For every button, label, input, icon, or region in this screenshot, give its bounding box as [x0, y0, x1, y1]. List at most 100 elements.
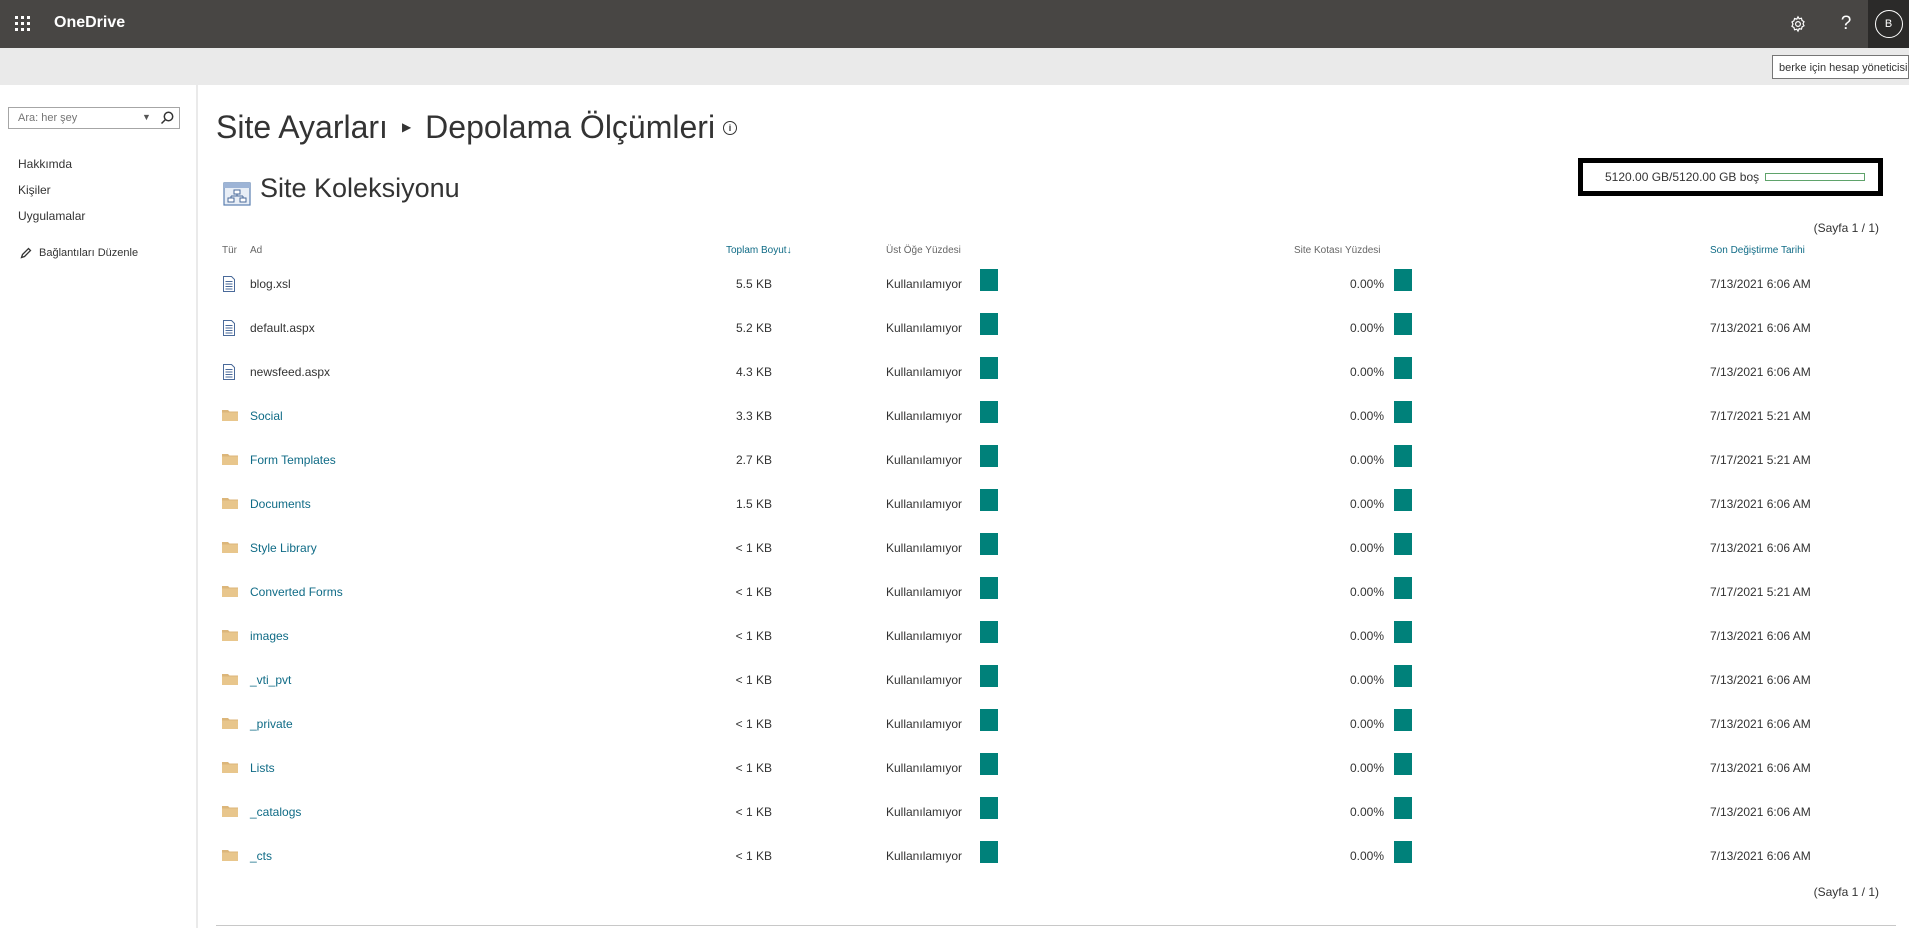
- item-parent-percent: Kullanılamıyor: [886, 673, 963, 687]
- breadcrumb-separator-icon: ▶: [401, 119, 412, 134]
- item-modified: 7/17/2021 5:21 AM: [1710, 409, 1811, 423]
- item-parent-percent: Kullanılamıyor: [886, 277, 963, 291]
- account-button[interactable]: B: [1868, 0, 1909, 48]
- app-brand[interactable]: OneDrive: [54, 14, 125, 32]
- info-icon[interactable]: i: [723, 120, 738, 135]
- search-icon[interactable]: [159, 110, 175, 126]
- parent-percent-bar: [980, 577, 998, 599]
- breadcrumb-parent[interactable]: Site Ayarları: [216, 109, 388, 145]
- folder-icon: [222, 672, 238, 690]
- item-name[interactable]: _cts: [250, 849, 272, 863]
- table-row: Lists < 1 KB Kullanılamıyor 0.00% 7/13/2021 …: [198, 753, 1909, 797]
- item-modified: 7/13/2021 6:06 AM: [1710, 673, 1811, 687]
- chevron-down-icon[interactable]: ▼: [142, 112, 151, 122]
- edit-links-button[interactable]: Bağlantıları Düzenle: [20, 247, 138, 259]
- storage-quota: 5120.00 GB/5120.00 GB boş: [1578, 158, 1883, 196]
- nav-link-apps[interactable]: Uygulamalar: [18, 209, 85, 223]
- search-box: ▼: [8, 107, 180, 129]
- header-total-size[interactable]: Toplam Boyut↓: [726, 245, 792, 256]
- item-quota-percent: 0.00%: [1349, 277, 1384, 291]
- search-input[interactable]: [9, 108, 138, 128]
- item-quota-percent: 0.00%: [1349, 453, 1384, 467]
- quota-percent-bar: [1394, 269, 1412, 291]
- table-row: Converted Forms < 1 KB Kullanılamıyor 0.00%…: [198, 577, 1909, 621]
- item-size: < 1 KB: [735, 585, 772, 599]
- waffle-dot: [15, 28, 18, 31]
- parent-percent-bar: [980, 357, 998, 379]
- suite-bar: OneDrive ? B: [0, 0, 1909, 48]
- item-name[interactable]: _catalogs: [250, 805, 301, 819]
- quota-text: 5120.00 GB/5120.00 GB boş: [1605, 170, 1760, 184]
- item-size: 2.7 KB: [735, 453, 772, 467]
- scrollbar[interactable]: [1903, 85, 1909, 928]
- header-name[interactable]: Ad: [250, 245, 262, 256]
- section-title: Site Koleksiyonu: [260, 173, 460, 203]
- item-name[interactable]: images: [250, 629, 289, 643]
- waffle-dot: [15, 22, 18, 25]
- item-name[interactable]: Documents: [250, 497, 311, 511]
- help-button[interactable]: ?: [1822, 0, 1870, 48]
- item-name[interactable]: Form Templates: [250, 453, 336, 467]
- item-quota-percent: 0.00%: [1349, 497, 1384, 511]
- quota-percent-bar: [1394, 445, 1412, 467]
- item-quota-percent: 0.00%: [1349, 629, 1384, 643]
- item-quota-percent: 0.00%: [1349, 365, 1384, 379]
- header-last-modified[interactable]: Son Değiştirme Tarihi: [1710, 245, 1805, 256]
- quota-percent-bar: [1394, 489, 1412, 511]
- table-row: _private < 1 KB Kullanılamıyor 0.00% 7/13/20…: [198, 709, 1909, 753]
- item-modified: 7/13/2021 6:06 AM: [1710, 761, 1811, 775]
- quota-percent-bar: [1394, 533, 1412, 555]
- item-quota-percent: 0.00%: [1349, 541, 1384, 555]
- item-parent-percent: Kullanılamıyor: [886, 365, 963, 379]
- folder-icon: [222, 804, 238, 822]
- item-parent-percent: Kullanılamıyor: [886, 541, 963, 555]
- parent-percent-bar: [980, 797, 998, 819]
- item-name[interactable]: Social: [250, 409, 283, 423]
- parent-percent-bar: [980, 269, 998, 291]
- document-icon: [222, 364, 236, 385]
- quota-percent-bar: [1394, 753, 1412, 775]
- item-parent-percent: Kullanılamıyor: [886, 409, 963, 423]
- breadcrumb: Site Ayarları ▶ Depolama Ölçümleri i: [216, 109, 738, 146]
- item-modified: 7/17/2021 5:21 AM: [1710, 585, 1811, 599]
- waffle-dot: [27, 28, 30, 31]
- parent-percent-bar: [980, 313, 998, 335]
- item-size: 5.2 KB: [735, 321, 772, 335]
- item-name[interactable]: _vti_pvt: [250, 673, 291, 687]
- item-parent-percent: Kullanılamıyor: [886, 761, 963, 775]
- item-modified: 7/13/2021 6:06 AM: [1710, 321, 1811, 335]
- item-modified: 7/13/2021 6:06 AM: [1710, 277, 1811, 291]
- item-parent-percent: Kullanılamıyor: [886, 321, 963, 335]
- item-size: 1.5 KB: [735, 497, 772, 511]
- item-parent-percent: Kullanılamıyor: [886, 849, 963, 863]
- site-collection-icon: [223, 182, 251, 206]
- waffle-dot: [21, 22, 24, 25]
- header-parent-percent[interactable]: Üst Öğe Yüzdesi: [886, 245, 961, 256]
- quota-progress-bar: [1765, 173, 1866, 181]
- quota-percent-bar: [1394, 665, 1412, 687]
- item-name[interactable]: _private: [250, 717, 293, 731]
- item-parent-percent: Kullanılamıyor: [886, 805, 963, 819]
- parent-percent-bar: [980, 401, 998, 423]
- nav-link-about-me[interactable]: Hakkımda: [18, 157, 72, 171]
- waffle-icon[interactable]: [12, 13, 34, 35]
- item-name[interactable]: Converted Forms: [250, 585, 343, 599]
- settings-button[interactable]: [1774, 0, 1822, 48]
- parent-percent-bar: [980, 445, 998, 467]
- nav-link-people[interactable]: Kişiler: [18, 183, 51, 197]
- item-modified: 7/13/2021 6:06 AM: [1710, 805, 1811, 819]
- table-row: _vti_pvt < 1 KB Kullanılamıyor 0.00% 7/13/20…: [198, 665, 1909, 709]
- header-quota-percent[interactable]: Site Kotası Yüzdesi: [1294, 245, 1381, 256]
- item-quota-percent: 0.00%: [1349, 673, 1384, 687]
- item-size: < 1 KB: [735, 629, 772, 643]
- document-icon: [222, 320, 236, 341]
- paging-top: (Sayfa 1 / 1): [1813, 221, 1879, 235]
- item-name[interactable]: Lists: [250, 761, 275, 775]
- parent-percent-bar: [980, 841, 998, 863]
- main-content: Site Ayarları ▶ Depolama Ölçümleri i Site K…: [198, 85, 1909, 928]
- item-parent-percent: Kullanılamıyor: [886, 497, 963, 511]
- table-row: Style Library < 1 KB Kullanılamıyor 0.00% 7/…: [198, 533, 1909, 577]
- item-name[interactable]: Style Library: [250, 541, 317, 555]
- table-row: Social 3.3 KB Kullanılamıyor 0.00% 7/17/2021…: [198, 401, 1909, 445]
- parent-percent-bar: [980, 621, 998, 643]
